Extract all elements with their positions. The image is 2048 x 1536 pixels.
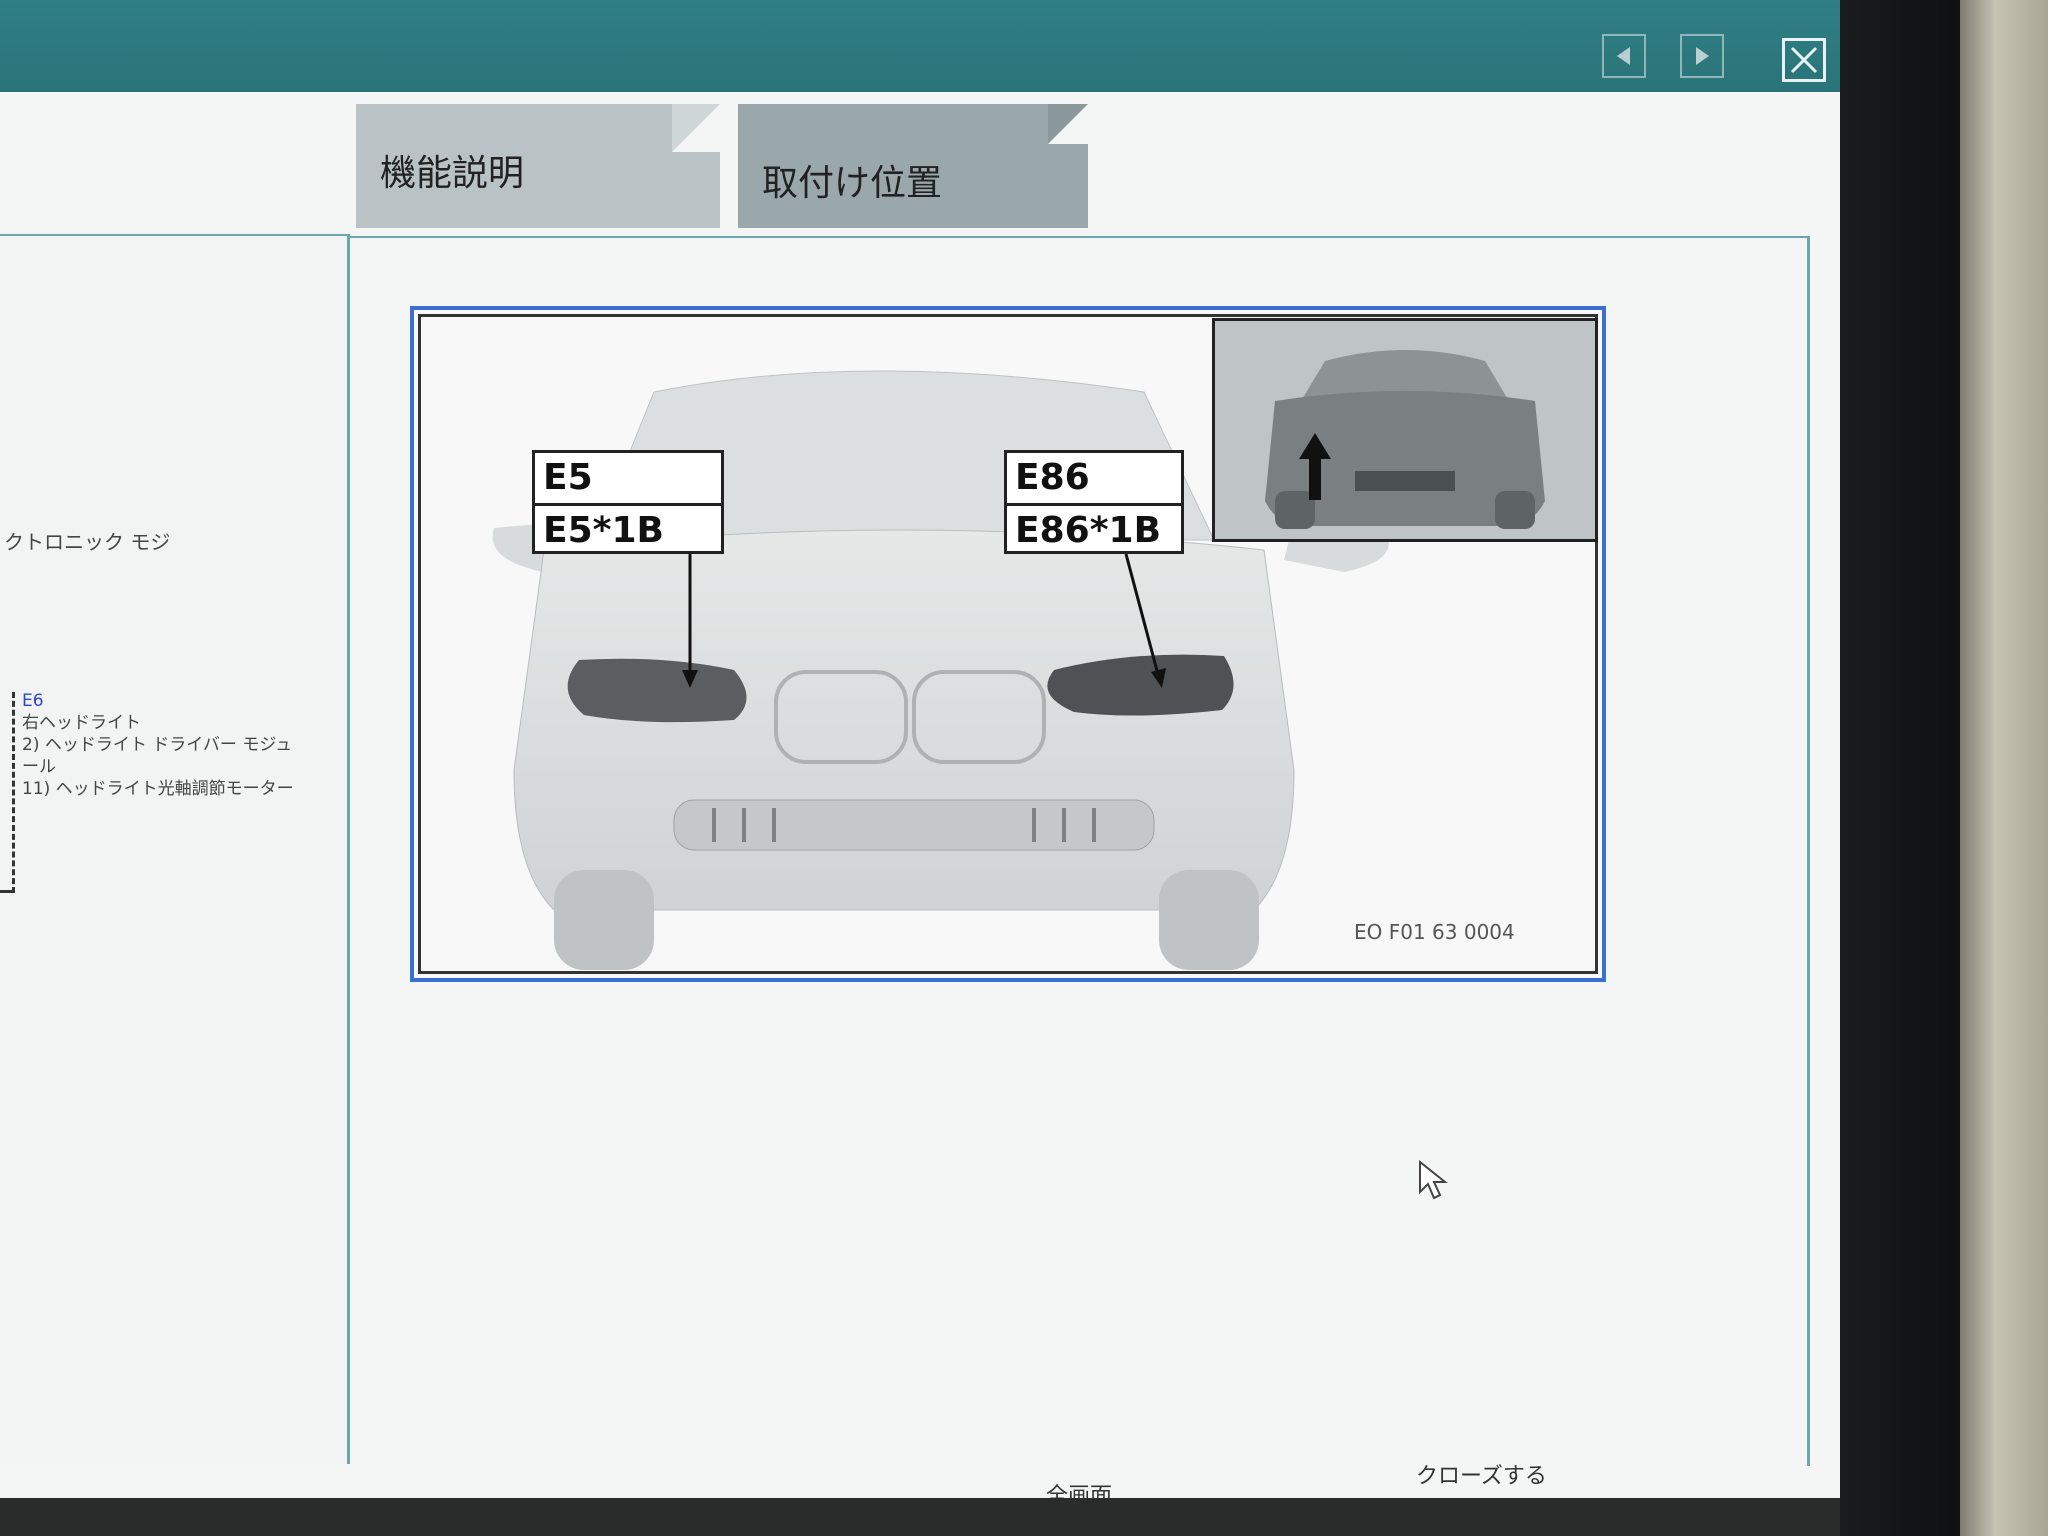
label-connector-pin: E5*1B [535, 503, 721, 556]
inset-overview [1212, 318, 1598, 542]
monitor-edge [1960, 0, 2048, 1536]
wiring-bracket [0, 692, 15, 893]
tab-label: 機能説明 [380, 153, 525, 194]
label-connector-id: E86 [1015, 457, 1090, 498]
monitor-bottom-bezel [0, 1498, 1840, 1536]
tab-label: 取付け位置 [762, 163, 943, 204]
cursor-icon [1419, 1160, 1448, 1200]
left-headlight [567, 658, 747, 723]
close-icon [1790, 46, 1818, 74]
list-item: 11) ヘッドライト光軸調節モーター [22, 779, 294, 799]
next-button[interactable] [1680, 34, 1724, 78]
figure-id: EO F01 63 0004 [1354, 920, 1515, 944]
list-item: 2) ヘッドライト ドライバー モジュ [22, 735, 293, 755]
component-list: E6 右ヘッドライト 2) ヘッドライト ドライバー モジュ ール 11) ヘッ… [22, 690, 352, 800]
left-pane: クトロニック モジ [0, 234, 350, 1464]
label-connector-id: E5 [543, 457, 593, 498]
close-window-button[interactable] [1782, 38, 1826, 82]
left-panel-title: クトロニック モジ [4, 530, 171, 554]
inset-car-illustration [1265, 350, 1545, 529]
arrow-right-icon [1696, 47, 1709, 65]
callout-label-e5: E5 E5*1B [532, 450, 724, 554]
callout-label-e86: E86 E86*1B [1004, 450, 1184, 554]
tab-fold-decoration [672, 104, 720, 152]
component-link[interactable]: E6 [22, 690, 352, 712]
tab-fold-decoration [1048, 104, 1088, 144]
previous-button[interactable] [1602, 34, 1646, 78]
arrow-left-icon [1617, 47, 1630, 65]
component-name: 右ヘッドライト [22, 713, 141, 733]
close-button[interactable]: クローズする [1416, 1458, 1547, 1490]
list-item: ール [22, 757, 56, 777]
window-title-bar [0, 0, 1840, 92]
tab-function-description[interactable]: 機能説明 [356, 104, 720, 228]
label-connector-pin: E86*1B [1007, 503, 1181, 556]
tab-installation-location[interactable]: 取付け位置 [738, 104, 1088, 228]
